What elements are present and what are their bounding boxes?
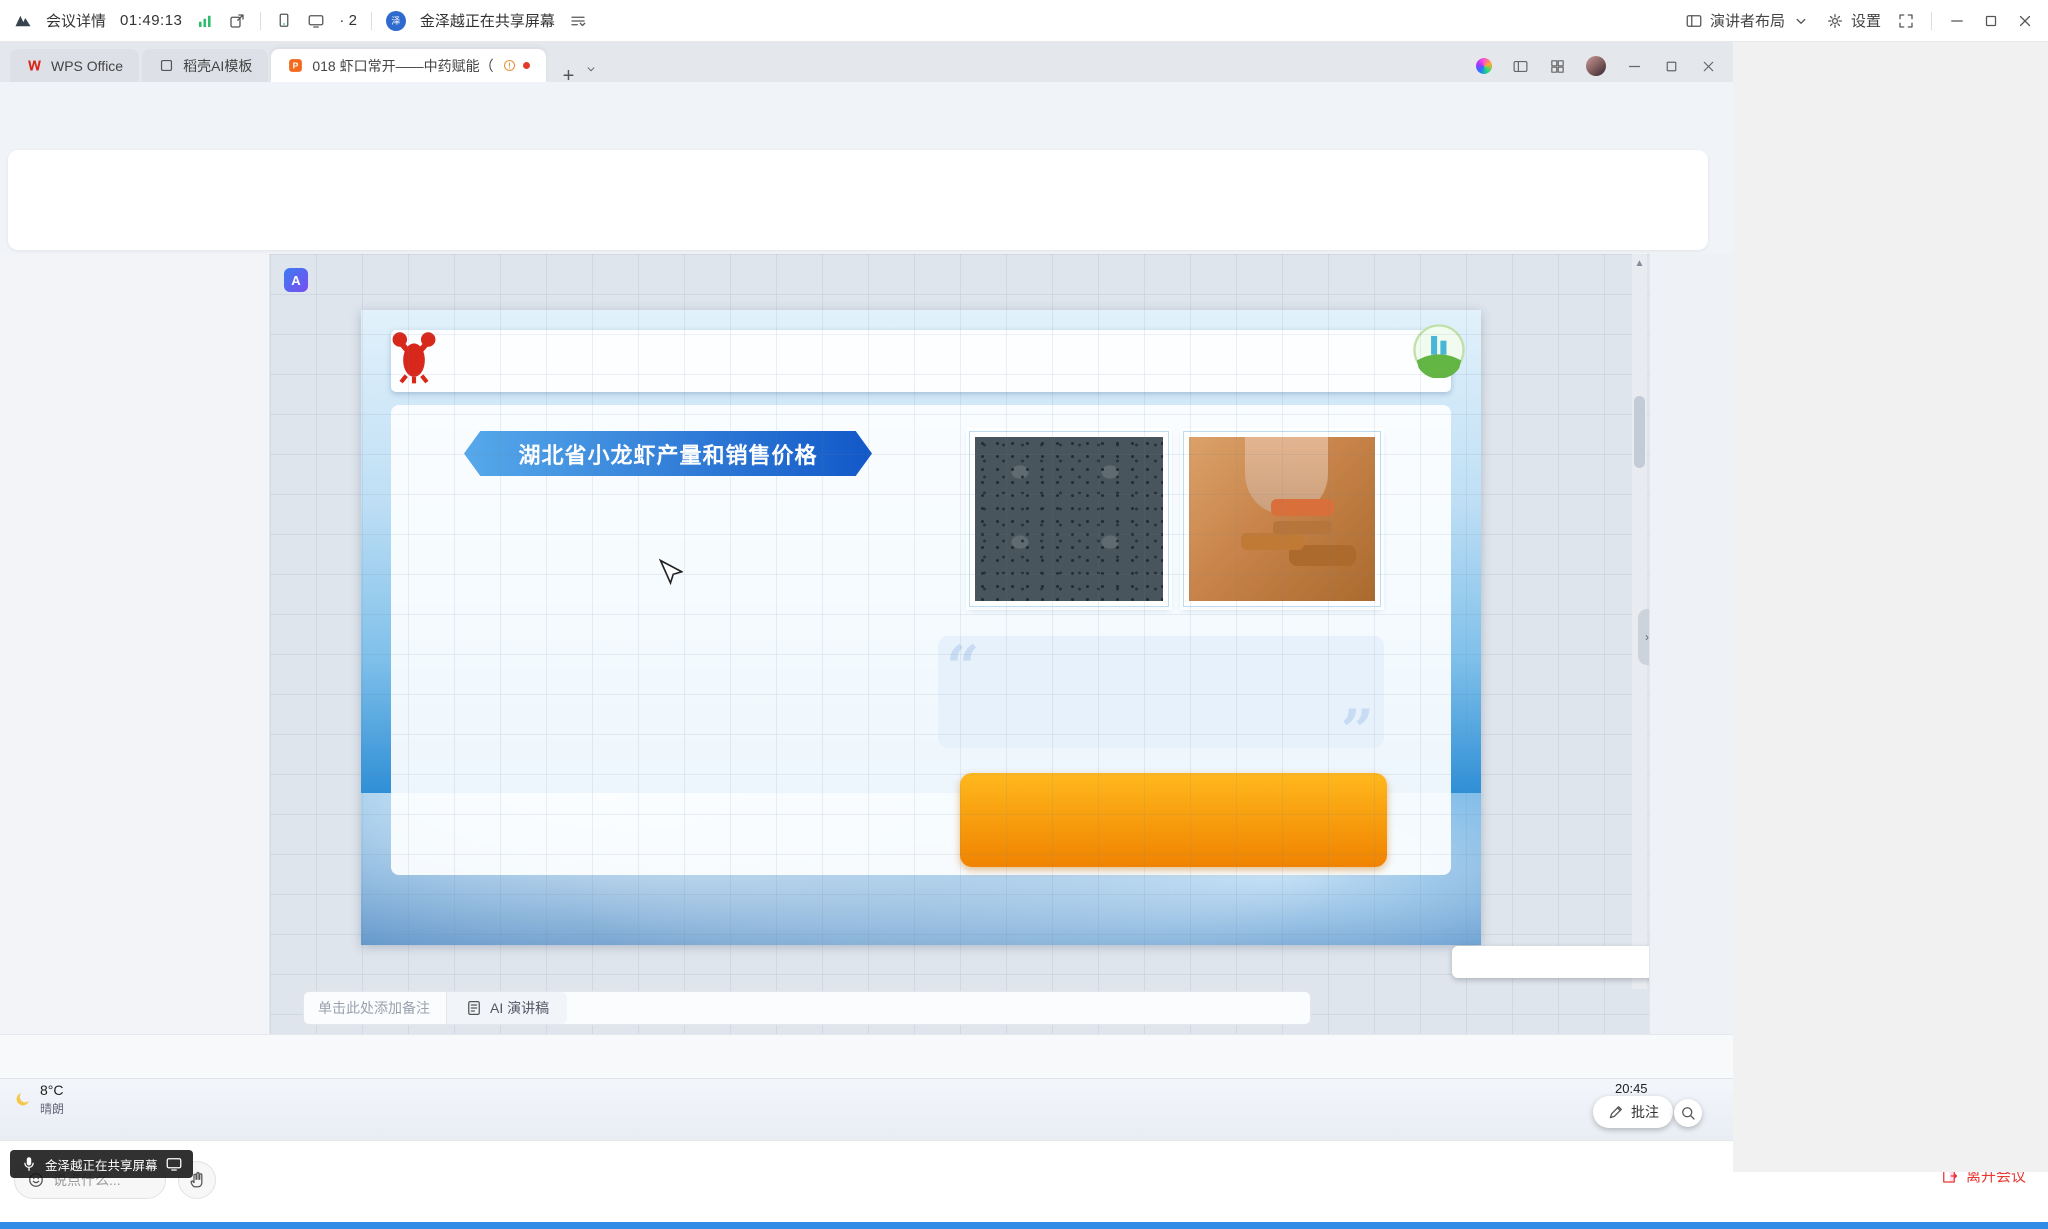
float-window-icon[interactable] <box>1512 58 1529 75</box>
moon-icon <box>14 1090 32 1108</box>
weather-widget[interactable]: 8°C晴朗 <box>14 1082 64 1117</box>
lobster-image <box>383 324 445 386</box>
layout-icon <box>1685 12 1703 30</box>
fullscreen-button[interactable] <box>1897 12 1915 30</box>
wps-doc-tab-1[interactable]: 稻壳AI模板 <box>142 49 268 82</box>
settings-button[interactable]: 设置 <box>1826 10 1881 31</box>
windows-taskbar: 8°C晴朗 20:45 <box>0 1078 1733 1140</box>
meeting-timer: 01:49:13 <box>120 12 182 29</box>
tab-list-button[interactable] <box>584 62 598 82</box>
slide-nav <box>391 330 1451 392</box>
sharing-status: 金泽越正在共享屏幕 <box>420 10 555 31</box>
scroll-up-arrow[interactable]: ▲ <box>1632 254 1647 272</box>
photo-shrimp-larvae <box>969 431 1169 607</box>
shared-desktop: WPS Office稻壳AI模板P018 虾口常开——中药赋能（+ 湖北省小龙虾… <box>0 42 1733 1140</box>
gear-icon <box>1826 12 1844 30</box>
mic-icon <box>20 1155 38 1173</box>
wps-window: WPS Office稻壳AI模板P018 虾口常开——中药赋能（+ 湖北省小龙虾… <box>0 42 1733 1078</box>
slide-canvas[interactable]: 湖北省小龙虾产量和销售价格 “ ” <box>361 310 1481 945</box>
meeting-titlebar: 会议详情 01:49:13 · 2 泽 金泽越正在共享屏幕 演讲者布局 设置 <box>0 0 2048 42</box>
mouse-cursor <box>653 558 683 588</box>
wps-minimize[interactable] <box>1626 58 1643 75</box>
wps-tabbar: WPS Office稻壳AI模板P018 虾口常开——中药赋能（+ <box>0 42 1733 82</box>
wps-statusbar <box>0 1034 1733 1078</box>
stack-icon[interactable] <box>1549 58 1566 75</box>
wps-window-icons <box>1476 56 1733 82</box>
sharing-banner: 金泽越正在共享屏幕 <box>10 1150 193 1178</box>
ppt-file-icon: P <box>287 57 304 74</box>
wps-menubar <box>0 82 1733 148</box>
pen-icon <box>1607 1103 1625 1121</box>
scroll-thumb[interactable] <box>1634 396 1645 468</box>
wps-maximize[interactable] <box>1663 58 1680 75</box>
signal-icon <box>196 12 214 30</box>
unsaved-dot <box>523 62 530 69</box>
quote-box: “ ” <box>938 636 1384 748</box>
meeting-logo-icon <box>14 12 32 30</box>
chart-title-banner: 湖北省小龙虾产量和销售价格 <box>464 431 872 476</box>
sharer-avatar: 泽 <box>386 11 406 31</box>
member-ring-icon[interactable] <box>1476 58 1492 74</box>
ai-speech-button[interactable]: AI 演讲稿 <box>446 992 567 1024</box>
annotate-button[interactable]: 批注 <box>1593 1096 1673 1128</box>
taskbar-clock[interactable]: 20:45 <box>1615 1081 1648 1096</box>
wps-doc-tab-2[interactable]: P018 虾口常开——中药赋能（ <box>271 49 545 82</box>
wps-right-toolbar <box>1649 254 1733 1034</box>
wps-ai-fab[interactable]: A <box>284 268 308 292</box>
share-border-strip <box>0 1222 2048 1229</box>
info-icon <box>502 58 517 73</box>
slide-editor: 湖北省小龙虾产量和销售价格 “ ” A <box>270 254 1649 1034</box>
magnifier-button[interactable] <box>1674 1099 1702 1127</box>
minimize-button[interactable] <box>1948 12 1966 30</box>
wps-close[interactable] <box>1700 58 1717 75</box>
photo-hand-shrimp <box>1183 431 1381 607</box>
wps-doc-tab-0[interactable]: WPS Office <box>10 49 139 82</box>
layout-switcher[interactable]: 演讲者布局 <box>1685 10 1810 31</box>
device-monitor-icon[interactable] <box>307 12 325 30</box>
maximize-button[interactable] <box>1982 12 2000 30</box>
wps-ribbon <box>8 150 1708 250</box>
participants-sidebar <box>1733 42 2048 1172</box>
ai-speech-icon <box>465 999 483 1017</box>
user-avatar[interactable] <box>1586 56 1606 76</box>
monitor-icon <box>165 1155 183 1173</box>
open-external-icon[interactable] <box>228 12 246 30</box>
magnifier-icon <box>1679 1104 1697 1122</box>
share-list-icon[interactable] <box>569 12 587 30</box>
meeting-detail-link[interactable]: 会议详情 <box>46 10 106 31</box>
chevron-down-icon <box>1792 12 1810 30</box>
device-count: · 2 <box>339 12 357 29</box>
eco-badge-icon <box>1411 322 1467 378</box>
svg-text:P: P <box>293 61 299 71</box>
slide-panel <box>0 254 270 1034</box>
close-button[interactable] <box>2016 12 2034 30</box>
notes-placeholder[interactable]: 单击此处添加备注 <box>304 998 430 1018</box>
device-pc-icon[interactable] <box>275 12 293 30</box>
docer-flame-icon <box>158 57 175 74</box>
notes-bar[interactable]: 单击此处添加备注 AI 演讲稿 <box>303 991 1311 1025</box>
wps-logo-icon <box>26 57 43 74</box>
promo-banner <box>960 773 1387 867</box>
screen: 会议详情 01:49:13 · 2 泽 金泽越正在共享屏幕 演讲者布局 设置 <box>0 0 2048 1229</box>
